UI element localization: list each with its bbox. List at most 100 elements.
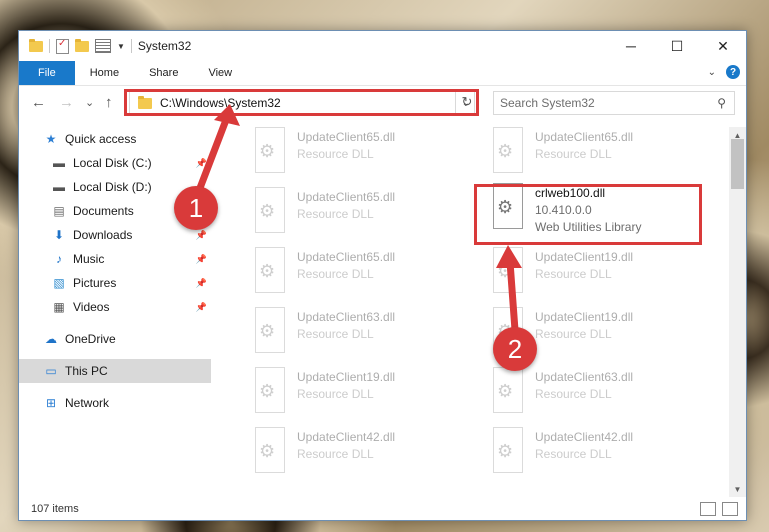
- file-item[interactable]: ⚙ UpdateClient65.dll Resource DLL: [251, 127, 481, 179]
- sidebar-item-this-pc[interactable]: ▭ This PC: [19, 359, 211, 383]
- file-text: UpdateClient19.dll Resource DLL: [535, 307, 633, 343]
- sidebar-icon: ♪: [56, 252, 62, 266]
- file-name: UpdateClient19.dll: [535, 310, 634, 324]
- step-1-badge: 1: [174, 186, 218, 230]
- file-name: UpdateClient65.dll: [297, 250, 396, 264]
- file-description: Resource DLL: [297, 327, 374, 341]
- file-item[interactable]: ⚙ UpdateClient65.dll Resource DLL: [489, 127, 719, 179]
- close-button[interactable]: ✕: [700, 31, 746, 61]
- toolbar-divider: [130, 39, 132, 53]
- window-controls: ─ ☐ ✕: [608, 31, 746, 61]
- file-item[interactable]: ⚙ UpdateClient65.dll Resource DLL: [251, 187, 481, 239]
- pin-icon[interactable]: 📌: [196, 158, 207, 169]
- file-item[interactable]: ⚙ UpdateClient19.dll Resource DLL: [489, 247, 719, 299]
- sidebar-item-videos[interactable]: ▦ Videos 📌: [19, 295, 211, 319]
- sidebar-item-label: OneDrive: [65, 332, 116, 346]
- pin-icon[interactable]: 📌: [196, 230, 207, 241]
- scrollbar-thumb[interactable]: [731, 139, 744, 189]
- gear-icon: ⚙: [259, 441, 276, 461]
- toolbar-divider: [49, 39, 50, 53]
- address-bar-highlight: [124, 89, 479, 116]
- file-description: Resource DLL: [297, 387, 374, 401]
- file-text: UpdateClient42.dll Resource DLL: [297, 427, 395, 463]
- sidebar-icon: ⬇: [53, 228, 65, 242]
- sidebar-icon: ☁: [45, 332, 57, 346]
- file-highlight: [474, 184, 702, 245]
- file-item[interactable]: ⚙ UpdateClient42.dll Resource DLL: [251, 427, 481, 479]
- details-view-icon[interactable]: [700, 502, 716, 516]
- tab-file[interactable]: File: [19, 61, 75, 85]
- file-list: ⚙ UpdateClient65.dll Resource DLL ⚙ UpdateCl…: [231, 127, 728, 497]
- forward-arrow-icon[interactable]: →: [59, 94, 74, 111]
- file-text: UpdateClient65.dll Resource DLL: [297, 187, 395, 223]
- file-item[interactable]: ⚙ UpdateClient63.dll Resource DLL: [251, 307, 481, 359]
- customize-toolbar-chevron-icon[interactable]: ▼: [117, 42, 125, 51]
- sidebar-item-label: Quick access: [65, 132, 137, 146]
- expand-ribbon-chevron-icon[interactable]: ⌄: [708, 67, 716, 78]
- navigation-pane: ★ Quick access ▬ Local Disk (C:) 📌 ▬ Local Dis…: [19, 127, 211, 497]
- sidebar-item-label: Videos: [73, 300, 110, 314]
- window-title: System32: [137, 39, 192, 53]
- properties-icon[interactable]: [95, 39, 111, 53]
- title-bar: ▼ System32 ─ ☐ ✕: [19, 31, 746, 61]
- file-text: UpdateClient65.dll Resource DLL: [297, 127, 395, 163]
- file-name: UpdateClient19.dll: [535, 250, 634, 264]
- pin-icon[interactable]: 📌: [196, 302, 207, 313]
- file-text: UpdateClient65.dll Resource DLL: [535, 127, 633, 163]
- dll-file-icon: ⚙: [251, 187, 287, 233]
- gear-icon: ⚙: [259, 321, 276, 341]
- new-folder-icon[interactable]: [75, 38, 89, 52]
- sidebar-icon: ▬: [53, 180, 65, 194]
- tab-view[interactable]: View: [193, 61, 247, 85]
- scroll-down-arrow-icon[interactable]: ▼: [729, 481, 746, 497]
- sidebar-item-pictures[interactable]: ▧ Pictures 📌: [19, 271, 211, 295]
- sidebar-item-label: Local Disk (D:): [73, 180, 152, 194]
- recent-locations-chevron-icon[interactable]: ⌄: [85, 96, 94, 109]
- file-text: UpdateClient63.dll Resource DLL: [297, 307, 395, 343]
- maximize-button[interactable]: ☐: [654, 31, 700, 61]
- back-arrow-icon[interactable]: ←: [31, 94, 46, 111]
- tab-share[interactable]: Share: [134, 61, 193, 85]
- sidebar-item-quick-access[interactable]: ★ Quick access: [19, 127, 211, 151]
- file-text: UpdateClient19.dll Resource DLL: [535, 247, 633, 283]
- vertical-scrollbar[interactable]: ▲ ▼: [729, 127, 746, 497]
- properties-check-icon[interactable]: [56, 38, 69, 54]
- large-icons-view-icon[interactable]: [722, 502, 738, 516]
- up-arrow-icon[interactable]: ↑: [105, 94, 113, 111]
- gear-icon: ⚙: [497, 141, 514, 161]
- sidebar-icon: ▦: [53, 300, 65, 314]
- pin-icon[interactable]: 📌: [196, 278, 207, 289]
- step-2-badge: 2: [493, 327, 537, 371]
- minimize-button[interactable]: ─: [608, 31, 654, 61]
- search-input[interactable]: Search System32: [500, 96, 717, 110]
- sidebar-item-label: Downloads: [73, 228, 133, 242]
- file-name: UpdateClient42.dll: [297, 430, 396, 444]
- file-item[interactable]: ⚙ UpdateClient65.dll Resource DLL: [251, 247, 481, 299]
- item-count: 107 items: [31, 503, 79, 515]
- file-text: UpdateClient42.dll Resource DLL: [535, 427, 633, 463]
- gear-icon: ⚙: [259, 381, 276, 401]
- sidebar-item-onedrive[interactable]: ☁ OneDrive: [19, 327, 211, 351]
- dll-file-icon: ⚙: [251, 427, 287, 473]
- gear-icon: ⚙: [259, 141, 276, 161]
- dll-file-icon: ⚙: [251, 247, 287, 293]
- pin-icon[interactable]: 📌: [196, 254, 207, 265]
- status-bar: 107 items: [19, 498, 746, 520]
- gear-icon: ⚙: [497, 261, 514, 281]
- file-item[interactable]: ⚙ UpdateClient42.dll Resource DLL: [489, 427, 719, 479]
- sidebar-item-network[interactable]: ⊞ Network: [19, 391, 211, 415]
- tab-home[interactable]: Home: [75, 61, 134, 85]
- help-icon[interactable]: ?: [726, 65, 740, 79]
- file-name: UpdateClient19.dll: [297, 370, 396, 384]
- file-description: Resource DLL: [297, 147, 374, 161]
- file-item[interactable]: ⚙ UpdateClient63.dll Resource DLL: [489, 367, 719, 419]
- file-item[interactable]: ⚙ UpdateClient19.dll Resource DLL: [251, 367, 481, 419]
- file-description: Resource DLL: [535, 327, 612, 341]
- sidebar-item-local-disk-c[interactable]: ▬ Local Disk (C:) 📌: [19, 151, 211, 175]
- file-text: UpdateClient19.dll Resource DLL: [297, 367, 395, 403]
- sidebar-item-music[interactable]: ♪ Music 📌: [19, 247, 211, 271]
- sidebar-item-downloads[interactable]: ⬇ Downloads 📌: [19, 223, 211, 247]
- sidebar-item-label: Documents: [73, 204, 134, 218]
- search-box[interactable]: Search System32 ⚲: [493, 91, 735, 115]
- sidebar-item-label: Pictures: [73, 276, 117, 290]
